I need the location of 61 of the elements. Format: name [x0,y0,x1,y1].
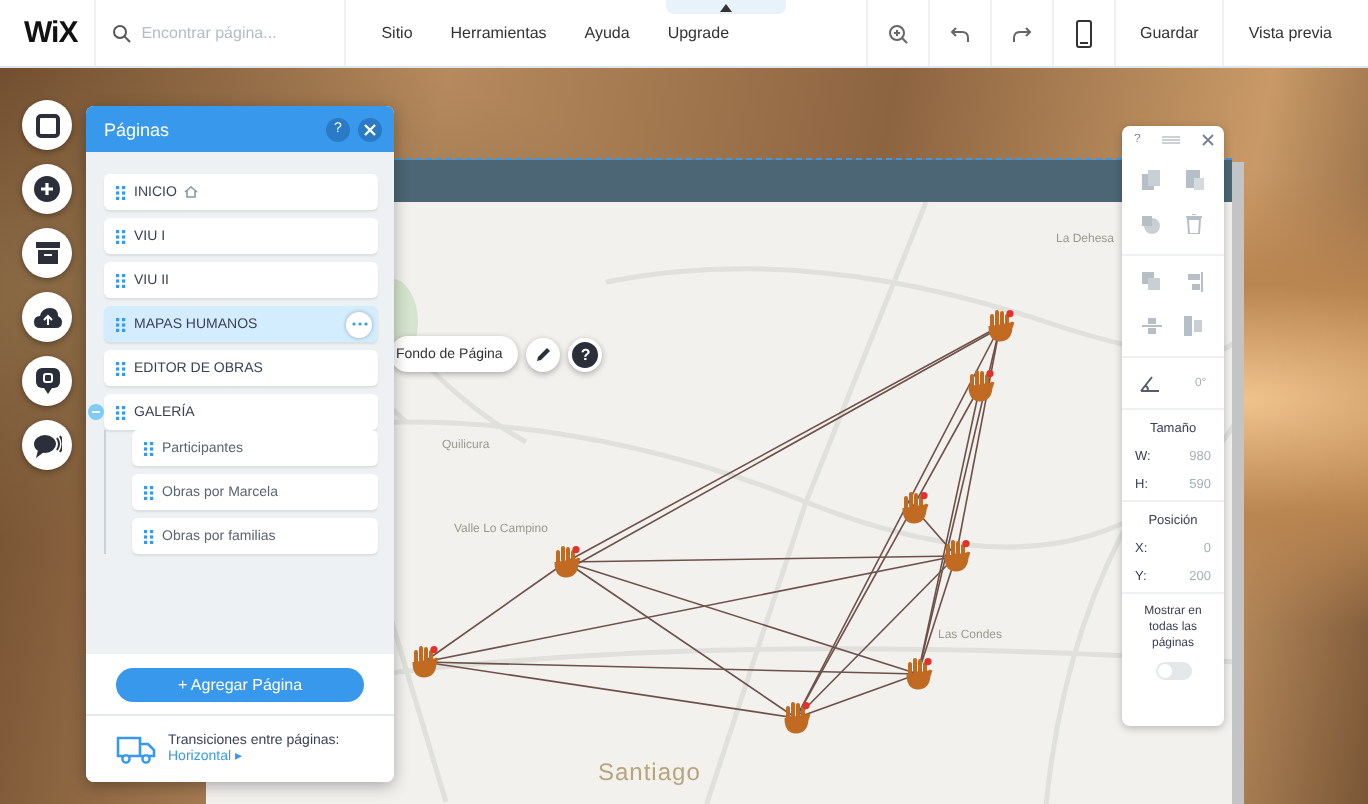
speech-bubble-icon [35,368,59,394]
menu-item[interactable]: Upgrade [667,24,730,42]
close-button[interactable] [358,117,382,141]
home-icon [184,186,199,198]
rotate-angle-icon[interactable] [1139,375,1160,391]
drag-handle-icon[interactable] [144,441,154,455]
duplicate-icon[interactable] [1142,215,1161,233]
drag-handle-icon[interactable] [116,405,126,419]
delete-icon[interactable] [1186,214,1203,234]
zoom-in-icon [887,23,908,43]
drag-handle-icon[interactable] [116,317,126,331]
minus-icon [90,406,102,418]
menu-item[interactable]: Ayuda [584,24,630,42]
pencil-icon [535,346,552,362]
hand-marker-icon[interactable] [968,370,995,402]
drag-handle-icon[interactable] [116,273,126,287]
scrollbar[interactable] [1232,162,1244,804]
truck-icon [116,735,156,763]
distribute-icon[interactable] [1141,316,1162,336]
drag-handle-icon[interactable] [116,185,126,199]
wix-logo[interactable]: WiX [0,16,94,50]
hand-marker-icon[interactable] [902,492,929,524]
search-field[interactable]: Encontrar página... [95,23,344,43]
preview-button[interactable]: Vista previa [1224,0,1368,66]
square-icon [35,113,59,137]
drag-handle-icon[interactable] [116,361,126,375]
collapse-button[interactable] [88,404,104,420]
save-button[interactable]: Guardar [1115,0,1223,66]
match-size-icon[interactable] [1184,316,1205,336]
more-options-button[interactable] [346,311,372,337]
toggle-switch[interactable] [1155,662,1191,681]
hand-marker-icon[interactable] [412,646,439,678]
map-label: Santiago [598,758,701,786]
drag-handle-icon[interactable] [1162,136,1181,144]
collapse-tab[interactable] [666,0,786,14]
redo-icon [1011,23,1032,43]
plus-icon [34,176,60,202]
search-icon [111,23,132,43]
phone-icon [1075,19,1092,47]
hand-marker-icon[interactable] [944,540,971,572]
arrange-icon[interactable] [1141,272,1162,292]
drag-handle-icon[interactable] [116,229,126,243]
drag-handle-icon[interactable] [144,529,154,543]
hand-marker-icon[interactable] [554,546,581,578]
align-icon[interactable] [1184,272,1205,292]
paste-icon[interactable] [1185,170,1204,190]
undo-icon [949,23,970,43]
hand-marker-icon[interactable] [906,658,933,690]
close-icon [364,123,376,135]
menu-item[interactable]: Herramientas [450,24,547,42]
menu-item[interactable]: Sitio [381,24,413,42]
caret-icon [720,3,732,11]
archive-box-icon [35,242,59,264]
drag-handle-icon[interactable] [144,485,154,499]
hand-marker-icon[interactable] [784,702,811,734]
hand-marker-icon[interactable] [988,310,1015,342]
copy-icon[interactable] [1142,170,1161,190]
cloud-upload-icon [33,307,61,327]
chat-icon [33,433,61,457]
close-icon[interactable] [1202,134,1214,146]
panel-title: Páginas [104,119,172,139]
